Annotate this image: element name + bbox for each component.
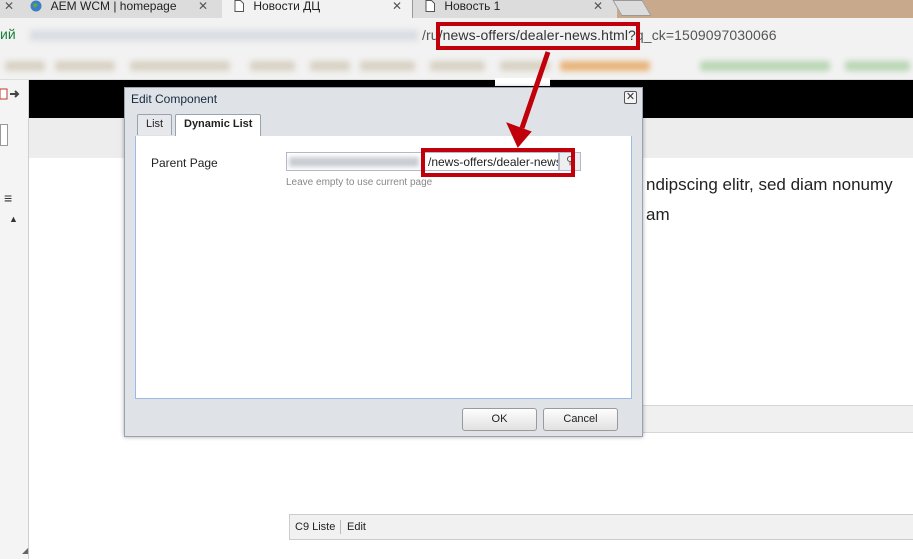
dialog-title: Edit Component — [131, 92, 218, 106]
bookmark-item[interactable] — [845, 61, 910, 71]
body-text-line: ndipscing elitr, sed diam nonumy — [646, 175, 893, 194]
edit-component-dialog: Edit Component ✕ List Dynamic List Paren… — [124, 87, 643, 437]
browser-tab-strip: ✕ AEM WCM | homepage ✕ Новости ДЦ ✕ Ново… — [0, 0, 913, 18]
browser-tab-news-1[interactable]: Новость 1 ✕ — [412, 0, 617, 18]
field-highlight-box — [421, 148, 575, 177]
tab-list[interactable]: List — [137, 114, 173, 135]
bookmark-item[interactable] — [430, 61, 485, 71]
page-body-text: ndipscing elitr, sed diam nonumy am — [646, 170, 893, 230]
body-text-line: am — [646, 205, 670, 224]
bookmark-item[interactable] — [130, 61, 230, 71]
close-icon[interactable]: ✕ — [624, 91, 637, 104]
component-strip — [643, 405, 913, 433]
sidekick-panel: ≡ ▲ ◢ — [0, 80, 29, 559]
browser-tab-news-dc[interactable]: Новости ДЦ ✕ — [222, 0, 412, 18]
url-highlight-box — [436, 22, 640, 50]
new-tab-button[interactable] — [612, 0, 652, 16]
blurred-path — [289, 157, 419, 167]
close-icon[interactable]: ✕ — [593, 0, 603, 12]
tab-close-icon[interactable]: ✕ — [0, 0, 18, 18]
component-editbar[interactable]: C9 Liste Edit — [289, 514, 913, 540]
bookmark-item[interactable] — [560, 61, 650, 71]
page-icon — [425, 0, 435, 14]
bookmark-item[interactable] — [310, 61, 350, 71]
tab-label: Новость 1 — [444, 0, 501, 13]
close-icon[interactable]: ✕ — [198, 0, 208, 12]
parent-page-hint: Leave empty to use current page — [286, 177, 433, 188]
panel-tab[interactable] — [0, 124, 8, 146]
header-gap — [495, 78, 550, 86]
close-icon[interactable]: ✕ — [392, 0, 402, 12]
scroll-down-icon[interactable]: ◢ — [22, 546, 28, 555]
bookmark-item[interactable] — [500, 61, 550, 71]
browser-tab-aem[interactable]: AEM WCM | homepage ✕ — [18, 0, 223, 18]
bookmark-item[interactable] — [360, 61, 415, 71]
tab-dynamic-list[interactable]: Dynamic List — [175, 114, 262, 136]
dialog-tabs: List Dynamic List — [135, 112, 632, 137]
menu-icon[interactable]: ≡ — [4, 190, 12, 206]
divider — [340, 520, 341, 534]
page-icon — [234, 0, 244, 14]
bookmark-item[interactable] — [55, 61, 115, 71]
bookmark-item[interactable] — [5, 61, 45, 71]
bookmarks-bar — [0, 54, 913, 80]
bookmark-item[interactable] — [700, 61, 830, 71]
bookmark-item[interactable] — [250, 61, 295, 71]
edit-button[interactable]: Edit — [347, 521, 366, 533]
url-suffix: q_ck=1509097030066 — [635, 27, 777, 43]
cancel-button[interactable]: Cancel — [543, 408, 618, 431]
ok-button[interactable]: OK — [462, 408, 537, 431]
address-prefix: ий — [0, 26, 16, 42]
blurred-url-part — [30, 30, 418, 41]
globe-icon — [30, 0, 42, 14]
scroll-up-icon[interactable]: ▲ — [9, 214, 18, 224]
forward-icon[interactable] — [0, 86, 22, 104]
tab-label: Новости ДЦ — [253, 0, 321, 13]
tab-label: AEM WCM | homepage — [50, 0, 177, 13]
parent-page-label: Parent Page — [151, 156, 218, 170]
component-name: C9 Liste — [295, 521, 336, 533]
